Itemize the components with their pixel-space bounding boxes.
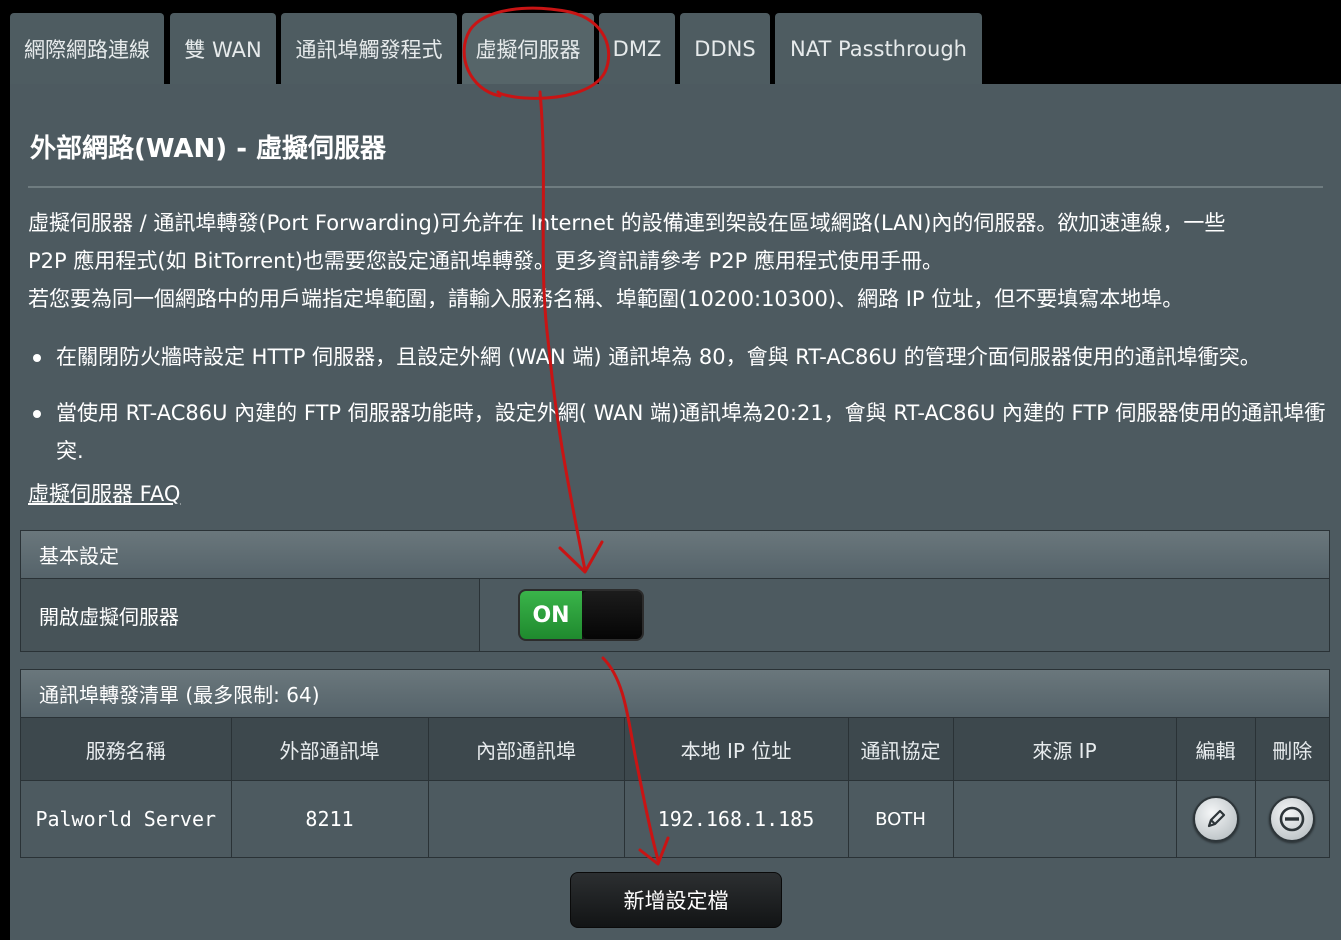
add-profile-button[interactable]: 新增設定檔 xyxy=(570,872,782,928)
enable-virtual-server-toggle[interactable]: ON xyxy=(518,589,644,641)
main-panel: 外部網路(WAN) - 虛擬伺服器 虛擬伺服器 / 通訊埠轉發(Port For… xyxy=(10,84,1341,940)
service-name-cell: Palworld Server xyxy=(21,780,232,857)
tab-label: 通訊埠觸發程式 xyxy=(295,37,443,62)
tab-label: DDNS xyxy=(694,36,756,61)
column-header: 來源 IP xyxy=(953,718,1177,781)
tab-label: 雙 WAN xyxy=(184,37,262,62)
port-forwarding-section: 通訊埠轉發清單 (最多限制: 64) 服務名稱 外部通訊埠 內部通訊埠 本地 I… xyxy=(20,669,1330,858)
tab-port-trigger[interactable]: 通訊埠觸發程式 xyxy=(281,13,457,84)
column-header: 本地 IP 位址 xyxy=(624,718,849,781)
edit-button[interactable] xyxy=(1192,796,1239,842)
delete-button[interactable] xyxy=(1269,796,1316,842)
warning-item-http: 在關閉防火牆時設定 HTTP 伺服器，且設定外網 (WAN 端) 通訊埠為 80… xyxy=(28,338,1338,376)
toggle-knob xyxy=(582,591,642,639)
tab-internet-connection[interactable]: 網際網路連線 xyxy=(10,13,164,84)
tab-label: DMZ xyxy=(612,36,662,61)
column-header: 刪除 xyxy=(1255,718,1329,781)
table-row: Palworld Server 8211 192.168.1.185 BOTH xyxy=(21,780,1329,857)
tab-dmz[interactable]: DMZ xyxy=(599,13,675,84)
edit-cell xyxy=(1176,780,1256,857)
delete-cell xyxy=(1255,780,1329,857)
column-header: 編輯 xyxy=(1176,718,1256,781)
tab-label: 網際網路連線 xyxy=(24,37,150,62)
column-header: 服務名稱 xyxy=(21,718,232,781)
description-line: 虛擬伺服器 / 通訊埠轉發(Port Forwarding)可允許在 Inter… xyxy=(28,211,1226,235)
basic-settings-header: 基本設定 xyxy=(21,531,1329,579)
internal-port-cell xyxy=(428,780,625,857)
protocol-cell: BOTH xyxy=(848,780,954,857)
toggle-on-label: ON xyxy=(520,591,582,639)
external-port-cell: 8211 xyxy=(231,780,429,857)
tab-dual-wan[interactable]: 雙 WAN xyxy=(170,13,276,84)
description-line: P2P 應用程式(如 BitTorrent)也需要您設定通訊埠轉發。更多資訊請參… xyxy=(28,249,943,273)
enable-virtual-server-label: 開啟虛擬伺服器 xyxy=(21,579,480,651)
basic-settings-section: 基本設定 開啟虛擬伺服器 ON xyxy=(20,530,1330,652)
column-header: 內部通訊埠 xyxy=(428,718,625,781)
title-divider xyxy=(28,186,1323,188)
tab-virtual-server[interactable]: 虛擬伺服器 xyxy=(462,13,594,84)
pencil-icon xyxy=(1207,809,1225,828)
minus-circle-icon xyxy=(1279,806,1305,832)
source-ip-cell xyxy=(953,780,1177,857)
tab-label: NAT Passthrough xyxy=(790,36,967,61)
page-title: 外部網路(WAN) - 虛擬伺服器 xyxy=(30,134,387,164)
column-header: 通訊協定 xyxy=(848,718,954,781)
port-forwarding-table: 服務名稱 外部通訊埠 內部通訊埠 本地 IP 位址 通訊協定 來源 IP 編輯 … xyxy=(21,718,1329,857)
tab-label: 虛擬伺服器 xyxy=(475,37,581,62)
warning-item-ftp: 當使用 RT-AC86U 內建的 FTP 伺服器功能時，設定外網( WAN 端)… xyxy=(28,394,1338,470)
tab-bar: 網際網路連線 雙 WAN 通訊埠觸發程式 虛擬伺服器 DMZ DDNS NAT … xyxy=(0,0,1341,84)
tab-nat-passthrough[interactable]: NAT Passthrough xyxy=(775,13,982,84)
description-line: 若您要為同一個網路中的用戶端指定埠範圍，請輸入服務名稱、埠範圍(10200:10… xyxy=(28,287,1184,311)
enable-virtual-server-value: ON xyxy=(480,579,1329,651)
table-header-row: 服務名稱 外部通訊埠 內部通訊埠 本地 IP 位址 通訊協定 來源 IP 編輯 … xyxy=(21,718,1329,781)
faq-link[interactable]: 虛擬伺服器 FAQ xyxy=(28,478,180,508)
enable-virtual-server-row: 開啟虛擬伺服器 ON xyxy=(21,579,1329,651)
description: 虛擬伺服器 / 通訊埠轉發(Port Forwarding)可允許在 Inter… xyxy=(28,204,1338,318)
tab-ddns[interactable]: DDNS xyxy=(680,13,770,84)
warning-list: 在關閉防火牆時設定 HTTP 伺服器，且設定外網 (WAN 端) 通訊埠為 80… xyxy=(28,338,1338,470)
router-admin-page: 網際網路連線 雙 WAN 通訊埠觸發程式 虛擬伺服器 DMZ DDNS NAT … xyxy=(0,0,1341,940)
local-ip-cell: 192.168.1.185 xyxy=(624,780,849,857)
port-forwarding-header: 通訊埠轉發清單 (最多限制: 64) xyxy=(21,670,1329,718)
column-header: 外部通訊埠 xyxy=(231,718,429,781)
